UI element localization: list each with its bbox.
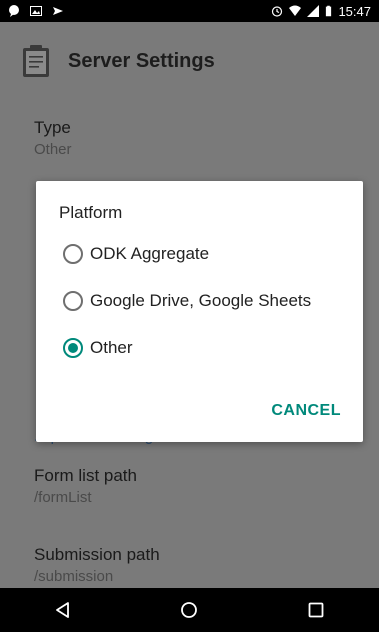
option-google-drive[interactable]: Google Drive, Google Sheets [63,291,311,311]
status-time: 15:47 [338,3,371,19]
pref-type-summary: Other [34,141,72,158]
radio-button[interactable] [63,244,83,264]
alarm-icon [272,6,283,17]
app-bar: Server Settings [0,22,379,100]
recents-icon [308,602,324,618]
pref-type[interactable]: Type Other [34,118,72,158]
pref-form-list-title: Form list path [34,466,137,485]
pref-submission-summary: /submission [34,568,114,585]
status-bar: 15:47 [0,0,379,22]
back-button[interactable] [43,590,83,630]
pref-submission-path[interactable]: Submission path /submission [34,545,160,585]
wifi-icon [289,5,302,16]
platform-dialog: Platform ODK Aggregate Google Drive, Goo… [36,181,363,442]
option-other[interactable]: Other [63,338,133,358]
dialog-title: Platform [59,203,123,222]
pref-form-list-path[interactable]: Form list path /formList [34,466,137,506]
home-button[interactable] [169,590,209,630]
cancel-button[interactable]: CANCEL [271,402,341,420]
signal-icon [307,5,320,17]
radio-button-selected[interactable] [63,338,83,358]
option-label: Other [90,338,133,357]
navigation-bar [0,588,379,632]
option-label: ODK Aggregate [90,244,210,263]
option-odk-aggregate[interactable]: ODK Aggregate [63,244,209,264]
radio-button[interactable] [63,291,83,311]
pref-submission-title: Submission path [34,545,160,564]
battery-icon [326,5,332,17]
recents-button[interactable] [296,590,336,630]
pref-type-title: Type [34,118,71,137]
pref-form-list-summary: /formList [34,489,92,506]
home-icon [181,602,198,618]
clipboard-icon [23,45,49,77]
image-icon [30,6,42,16]
share-icon [53,7,63,15]
back-icon [56,602,70,618]
page-title: Server Settings [68,49,215,72]
chat-bubble-icon [9,5,19,17]
option-label: Google Drive, Google Sheets [90,291,312,310]
